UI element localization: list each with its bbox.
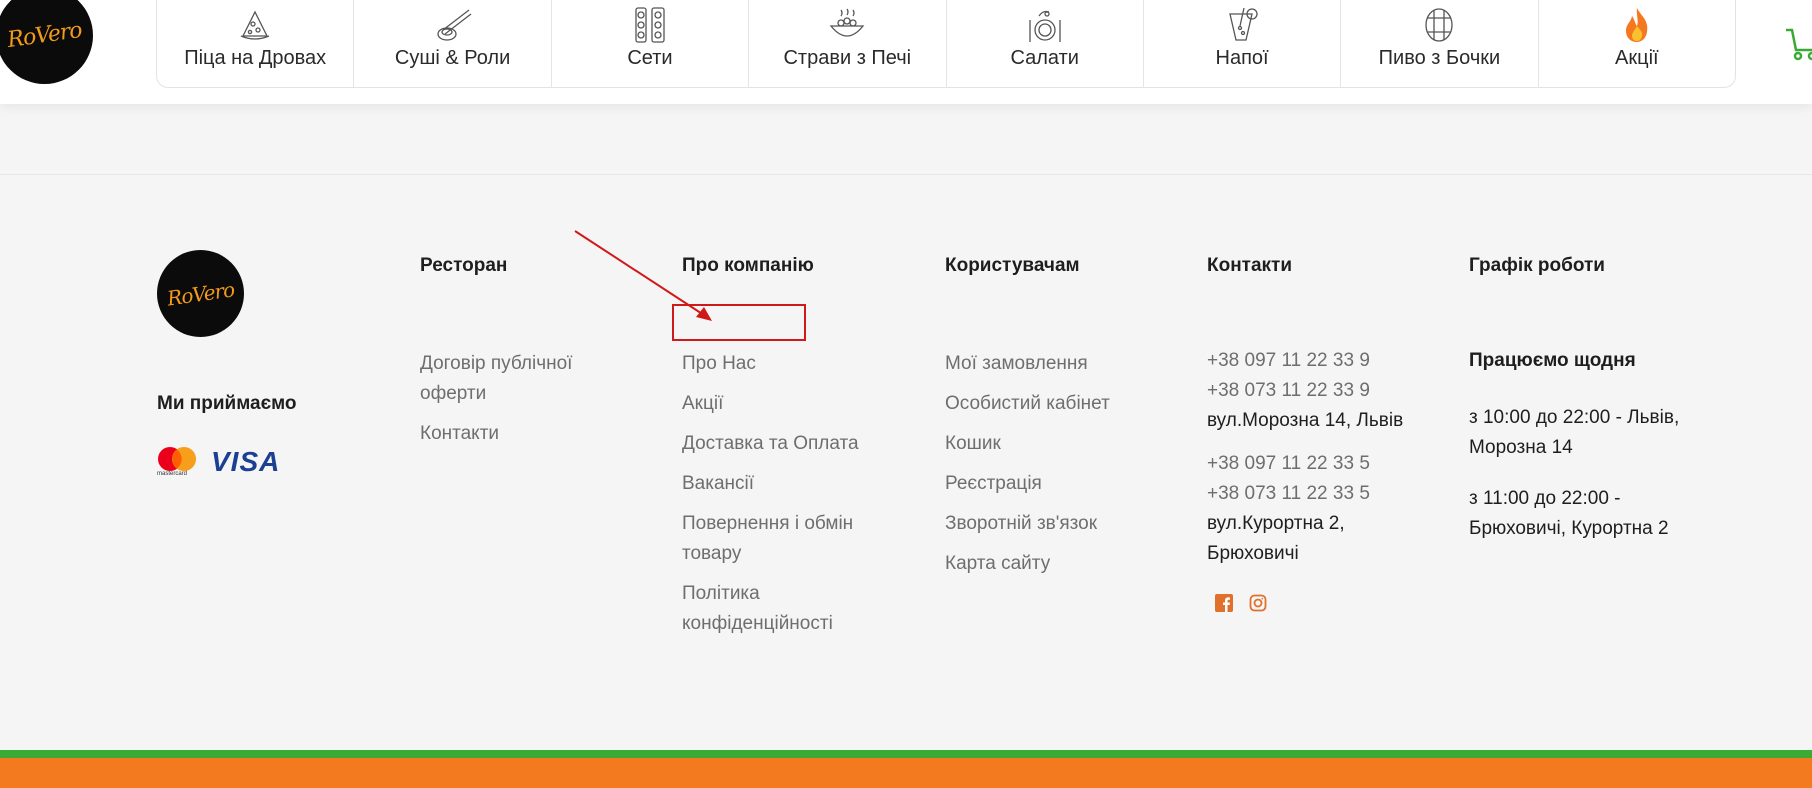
accept-title: Ми приймаємо xyxy=(157,393,297,414)
drink-icon xyxy=(1229,7,1258,41)
footer-green-bar xyxy=(0,750,1812,758)
barrel-icon xyxy=(1425,8,1454,42)
nav-item-sushi[interactable]: Суші & Роли xyxy=(354,0,552,87)
fire-icon xyxy=(1625,8,1648,42)
footer-logo-text: RoVero xyxy=(165,276,236,311)
link-cart[interactable]: Кошик xyxy=(945,429,1175,459)
schedule-lviv: з 10:00 до 22:00 - Львів, Морозна 14 xyxy=(1469,407,1680,458)
restaurant-links: Договір публічної оферти Контакти xyxy=(420,349,620,459)
category-nav: Піца на Дровах Суші & Роли Сети Страви з… xyxy=(156,0,1736,88)
nav-item-drinks[interactable]: Напої xyxy=(1144,0,1342,87)
link-about[interactable]: Про Нас xyxy=(682,349,882,379)
address-lviv: вул.Морозна 14, Львів xyxy=(1207,410,1404,431)
link-returns[interactable]: Повернення і обмін товару xyxy=(682,509,882,569)
nav-item-oven[interactable]: Страви з Печі xyxy=(749,0,947,87)
mastercard-caption: mastercard xyxy=(157,471,188,477)
site-header: RoVero Піца на Дровах Суші & Роли Сети С… xyxy=(0,0,1812,104)
contacts-bryukhovychi: +38 097 11 22 33 5 +38 073 11 22 33 5 ву… xyxy=(1207,449,1382,569)
link-promo[interactable]: Акції xyxy=(682,389,882,419)
link-vacancies[interactable]: Вакансії xyxy=(682,469,882,499)
instagram-icon[interactable] xyxy=(1249,594,1267,612)
nav-item-pizza[interactable]: Піца на Дровах xyxy=(157,0,355,87)
facebook-icon[interactable] xyxy=(1215,594,1233,612)
schedule-bryukhovychi: з 11:00 до 22:00 - Брюховичі, Курортна 2 xyxy=(1469,488,1669,539)
users-links: Мої замовлення Особистий кабінет Кошик Р… xyxy=(945,349,1175,589)
link-contacts[interactable]: Контакти xyxy=(420,419,620,449)
nav-label-sets: Сети xyxy=(627,47,673,69)
footer-separator xyxy=(0,174,1812,175)
phone-br-2[interactable]: +38 073 11 22 33 5 xyxy=(1207,479,1382,509)
cart-icon[interactable] xyxy=(1784,22,1812,62)
contacts-lviv: +38 097 11 22 33 9 +38 073 11 22 33 9 ву… xyxy=(1207,346,1437,436)
link-account[interactable]: Особистий кабінет xyxy=(945,389,1175,419)
nav-label-promo: Акції xyxy=(1615,47,1659,69)
col-title-schedule: Графік роботи xyxy=(1469,255,1605,276)
payment-methods: mastercard VISA xyxy=(157,446,280,478)
sets-icon xyxy=(635,7,665,43)
footer-orange-bar xyxy=(0,758,1812,788)
address-bryukhovychi: вул.Курортна 2, Брюховичі xyxy=(1207,513,1345,564)
bowl-icon xyxy=(829,8,865,37)
nav-item-salads[interactable]: Салати xyxy=(947,0,1144,87)
annotation-highlight-box xyxy=(672,304,806,341)
sushi-icon xyxy=(436,9,471,41)
link-privacy[interactable]: Політика конфіденційності xyxy=(682,579,882,639)
link-sitemap[interactable]: Карта сайту xyxy=(945,549,1175,579)
logo-text: RoVero xyxy=(5,17,84,54)
col-title-contacts: Контакти xyxy=(1207,255,1293,276)
nav-label-pizza: Піца на Дровах xyxy=(184,47,327,69)
nav-label-beer: Пиво з Бочки xyxy=(1378,47,1501,69)
phone-br-1[interactable]: +38 097 11 22 33 5 xyxy=(1207,449,1382,479)
footer-logo[interactable]: RoVero xyxy=(157,250,244,337)
link-my-orders[interactable]: Мої замовлення xyxy=(945,349,1175,379)
link-register[interactable]: Реєстрація xyxy=(945,469,1175,499)
schedule-subtitle: Працюємо щодня xyxy=(1469,350,1636,371)
phone-lviv-1[interactable]: +38 097 11 22 33 9 xyxy=(1207,346,1437,376)
social-links xyxy=(1215,594,1267,612)
mastercard-icon xyxy=(158,447,196,471)
nav-label-drinks: Напої xyxy=(1215,47,1269,69)
nav-item-promo[interactable]: Акції xyxy=(1539,0,1735,87)
pizza-icon xyxy=(240,10,270,40)
nav-label-sushi: Суші & Роли xyxy=(394,47,511,69)
nav-item-sets[interactable]: Сети xyxy=(552,0,750,87)
link-delivery[interactable]: Доставка та Оплата xyxy=(682,429,882,459)
col-title-users: Користувачам xyxy=(945,255,1080,276)
phone-lviv-2[interactable]: +38 073 11 22 33 9 xyxy=(1207,376,1437,406)
col-title-restaurant: Ресторан xyxy=(420,255,508,276)
nav-item-beer[interactable]: Пиво з Бочки xyxy=(1341,0,1539,87)
link-public-offer[interactable]: Договір публічної оферти xyxy=(420,349,620,409)
site-logo[interactable]: RoVero xyxy=(0,0,93,84)
link-feedback[interactable]: Зворотній зв'язок xyxy=(945,509,1175,539)
nav-label-oven: Страви з Печі xyxy=(783,47,912,69)
nav-label-salads: Салати xyxy=(1010,47,1079,69)
company-links: Про Нас Акції Доставка та Оплата Вакансі… xyxy=(682,349,882,649)
salad-icon xyxy=(1029,10,1061,42)
visa-logo: VISA xyxy=(211,446,281,477)
mastercard-logo: mastercard xyxy=(157,446,197,478)
